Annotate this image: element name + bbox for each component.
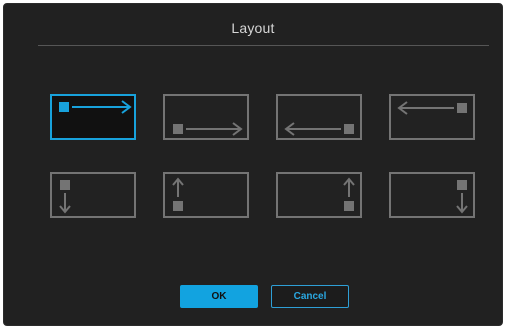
cancel-button[interactable]: Cancel (271, 285, 349, 308)
title-divider (38, 45, 489, 46)
square-arrow-down-right-icon (456, 180, 468, 214)
square-arrow-right-icon (59, 100, 132, 114)
layout-option-left-to-right[interactable] (50, 94, 136, 140)
arrow-up-square-icon (172, 177, 184, 211)
layout-dialog: Layout OK Cancel (3, 3, 503, 326)
ok-button[interactable]: OK (180, 285, 258, 308)
layout-option-bottom-to-top-left[interactable] (163, 172, 249, 218)
layout-option-right-to-left-bottom[interactable] (276, 94, 362, 140)
arrow-left-square-low-icon (284, 122, 354, 136)
square-arrow-right-low-icon (173, 122, 243, 136)
dialog-title: Layout (231, 20, 275, 36)
arrow-up-square-right-icon (343, 177, 355, 211)
layout-option-left-to-right-bottom[interactable] (163, 94, 249, 140)
square-arrow-down-icon (59, 180, 71, 214)
layout-option-top-to-bottom-right[interactable] (389, 172, 475, 218)
layout-option-right-to-left-top[interactable] (389, 94, 475, 140)
layout-option-top-to-bottom-left[interactable] (50, 172, 136, 218)
layout-option-bottom-to-top-right[interactable] (276, 172, 362, 218)
arrow-left-square-icon (397, 101, 467, 115)
